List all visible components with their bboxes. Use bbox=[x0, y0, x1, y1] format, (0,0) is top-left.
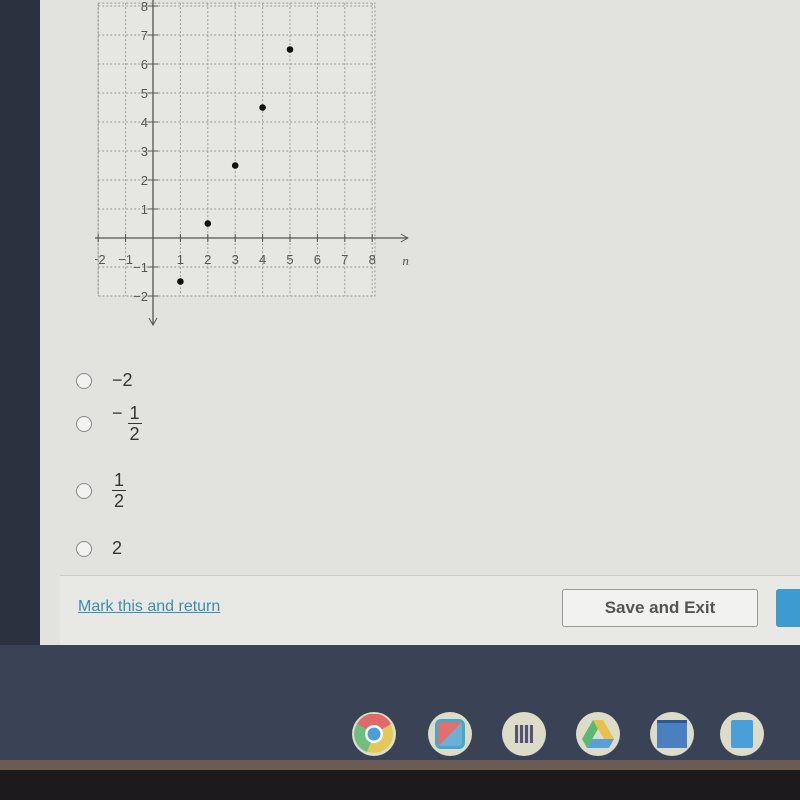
denominator: 2 bbox=[129, 424, 140, 444]
data-point bbox=[204, 220, 212, 227]
x-tick-label: 4 bbox=[259, 252, 266, 267]
radio-button[interactable] bbox=[76, 415, 92, 432]
x-axis-label: n bbox=[402, 253, 409, 268]
scatter-chart: −2 −1 1 2 3 4 5 6 7 8 −2 −1 1 2 3 4 5 6 7 8 n bbox=[95, 0, 409, 327]
x-tick-label: 3 bbox=[232, 252, 239, 267]
minus-sign: − bbox=[112, 403, 123, 423]
data-point bbox=[259, 104, 266, 111]
window-app-icon[interactable] bbox=[650, 712, 694, 756]
y-tick-label: −2 bbox=[133, 289, 148, 304]
data-point bbox=[286, 46, 294, 53]
question-page: −2−112345678−2−112345678n −2 − 12 12 2 M… bbox=[40, 0, 800, 645]
y-tick-label: 2 bbox=[141, 173, 148, 188]
y-tick-label: 3 bbox=[141, 144, 148, 159]
y-tick-label: 7 bbox=[141, 28, 148, 43]
x-tick-label: −1 bbox=[118, 252, 133, 267]
y-tick-label: 5 bbox=[141, 86, 148, 101]
x-tick-label: −2 bbox=[95, 252, 106, 267]
y-tick-label: 1 bbox=[141, 202, 148, 217]
y-tick-label: 4 bbox=[141, 115, 148, 130]
y-tick-label: 6 bbox=[141, 57, 148, 72]
chrome-icon[interactable] bbox=[352, 712, 396, 756]
google-drive-icon[interactable] bbox=[576, 712, 620, 756]
save-and-exit-button[interactable]: Save and Exit bbox=[562, 589, 758, 627]
numerator: 1 bbox=[129, 403, 140, 423]
denominator: 2 bbox=[113, 491, 124, 511]
mark-and-return-link[interactable]: Mark this and return bbox=[78, 598, 220, 616]
option-label: −2 bbox=[112, 370, 133, 390]
x-tick-label: 2 bbox=[204, 252, 211, 267]
option-4[interactable]: 2 bbox=[76, 538, 122, 559]
google-docs-icon[interactable] bbox=[720, 712, 764, 756]
radio-button[interactable] bbox=[76, 372, 92, 389]
y-tick-label: 8 bbox=[141, 0, 148, 14]
option-3[interactable]: 12 bbox=[76, 470, 126, 511]
x-tick-label: 7 bbox=[341, 252, 348, 267]
option-label: 2 bbox=[112, 538, 123, 558]
radio-button[interactable] bbox=[76, 540, 92, 557]
x-tick-label: 6 bbox=[314, 252, 321, 267]
screencastify-icon[interactable] bbox=[428, 712, 472, 756]
option-2[interactable]: − 12 bbox=[76, 403, 142, 444]
radio-button[interactable] bbox=[76, 482, 92, 499]
x-tick-label: 5 bbox=[286, 252, 293, 267]
screen-bezel bbox=[0, 760, 800, 770]
option-1[interactable]: −2 bbox=[76, 370, 133, 391]
x-tick-label: 1 bbox=[177, 252, 184, 267]
y-tick-label: −1 bbox=[133, 260, 148, 275]
data-point bbox=[231, 162, 239, 169]
data-point bbox=[177, 278, 184, 285]
numerator: 1 bbox=[113, 470, 124, 490]
footer-bar: Mark this and return Save and Exit bbox=[60, 575, 800, 645]
left-panel bbox=[0, 0, 42, 645]
x-tick-label: 8 bbox=[369, 252, 376, 267]
qr-code-icon[interactable] bbox=[502, 712, 546, 756]
next-button[interactable] bbox=[776, 589, 800, 627]
